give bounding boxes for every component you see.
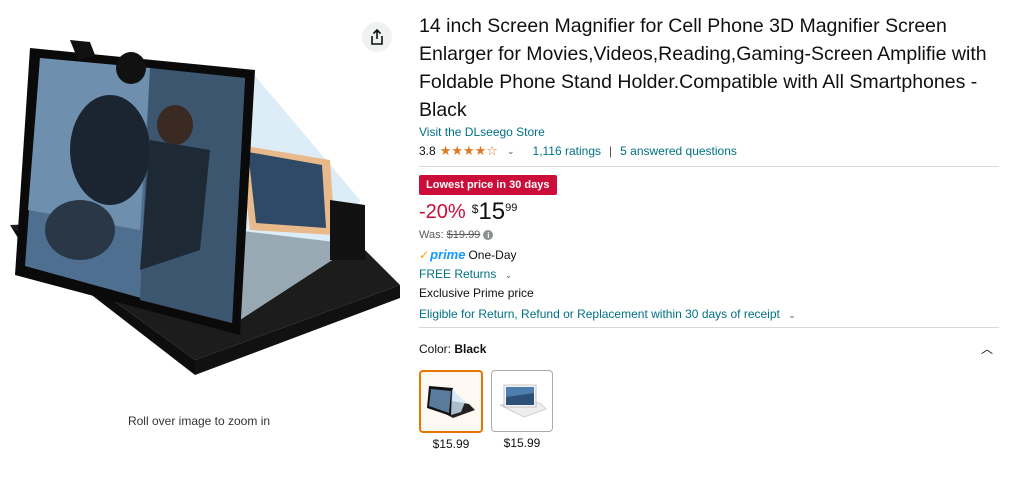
- rating-value: 3.8: [419, 144, 436, 158]
- deal-badge: Lowest price in 30 days: [419, 175, 557, 195]
- exclusive-prime-price: Exclusive Prime price: [419, 286, 534, 300]
- price-whole: 15: [478, 198, 506, 225]
- divider: [419, 166, 999, 167]
- price-row: -20% $ 15 99: [419, 199, 1009, 225]
- product-title: 14 inch Screen Magnifier for Cell Phone …: [419, 15, 987, 121]
- eligible-return-label: Eligible for Return, Refund or Replaceme…: [419, 307, 780, 321]
- divider: |: [609, 144, 613, 158]
- free-returns-link[interactable]: FREE Returns ⌄: [419, 267, 1009, 281]
- swatch-price: $15.99: [503, 436, 541, 450]
- chevron-up-icon[interactable]: ︿: [981, 340, 993, 357]
- color-label: Color:: [419, 341, 452, 356]
- prime-logo: prime: [430, 247, 466, 262]
- prime-check-icon: ✓: [419, 247, 430, 262]
- swatch-image: [491, 370, 553, 432]
- price-fraction: 99: [505, 202, 518, 214]
- color-value: Black: [454, 341, 487, 356]
- color-selector-header[interactable]: Color: Black ︿: [419, 340, 999, 357]
- product-details: 14 inch Screen Magnifier for Cell Phone …: [419, 12, 1009, 451]
- was-price: $19.99: [446, 229, 481, 241]
- info-icon[interactable]: i: [483, 230, 494, 240]
- discount-percent: -20%: [419, 201, 466, 223]
- was-label: Was:: [419, 229, 444, 241]
- share-button[interactable]: [362, 22, 392, 52]
- color-label-group: Color: Black: [419, 342, 486, 356]
- color-swatches: $15.99 $15.99: [419, 370, 1009, 451]
- swatch-black[interactable]: $15.99: [419, 370, 483, 451]
- rating-row: 3.8 ★★★★☆ ⌄ 1,116 ratings | 5 answered q…: [419, 143, 1009, 159]
- one-day-label: One-Day: [468, 247, 517, 262]
- chevron-down-icon[interactable]: ⌄: [507, 146, 515, 157]
- store-link[interactable]: Visit the DLseego Store: [419, 125, 1009, 139]
- eligible-return-link[interactable]: Eligible for Return, Refund or Replaceme…: [419, 307, 1009, 321]
- share-icon: [371, 29, 383, 45]
- zoom-hint: Roll over image to zoom in: [127, 414, 271, 428]
- prime-row: ✓ prime One-Day: [419, 247, 1009, 262]
- swatch-image: [419, 370, 483, 433]
- free-returns-label: FREE Returns: [419, 267, 497, 281]
- product-image[interactable]: [0, 30, 405, 390]
- swatch-white[interactable]: $15.99: [491, 370, 553, 451]
- image-gallery: Roll over image to zoom in: [0, 0, 405, 481]
- star-rating-icon[interactable]: ★★★★☆: [440, 143, 498, 159]
- price-currency: $: [471, 202, 479, 216]
- divider: [419, 327, 999, 328]
- answered-questions-link[interactable]: 5 answered questions: [620, 144, 737, 158]
- swatch-price: $15.99: [432, 437, 470, 451]
- ratings-link[interactable]: 1,116 ratings: [533, 144, 602, 158]
- was-price-row: Was: $19.99 i: [419, 229, 1009, 241]
- chevron-down-icon: ⌄: [504, 270, 513, 280]
- chevron-down-icon: ⌄: [788, 310, 796, 320]
